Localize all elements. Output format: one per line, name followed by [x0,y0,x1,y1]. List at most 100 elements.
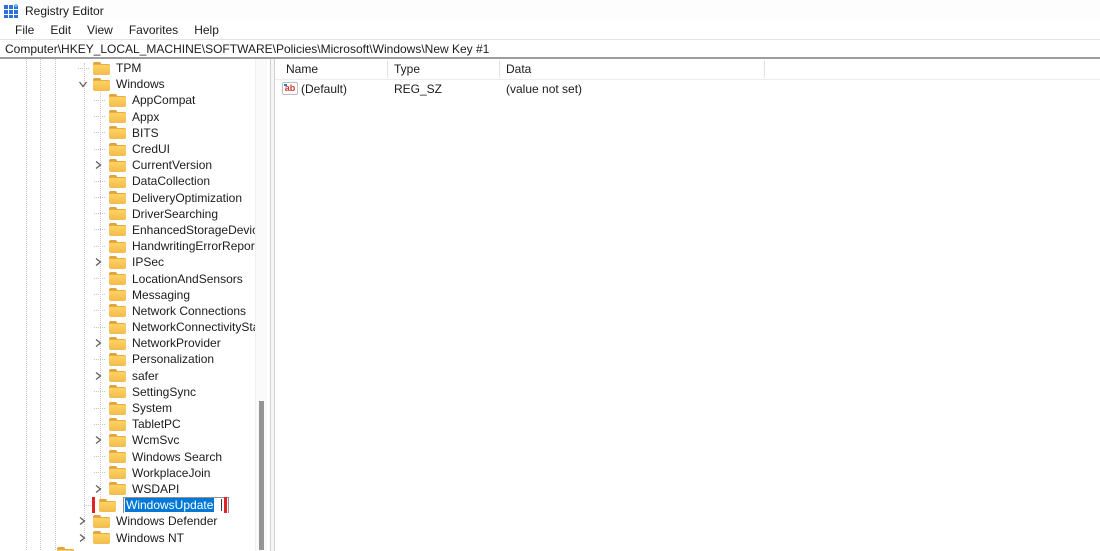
tree-connector-stub [94,319,109,335]
chevron-right-icon[interactable] [94,157,109,173]
scrollbar-thumb[interactable] [259,401,264,550]
menu-bar: File Edit View Favorites Help [0,21,1100,40]
tree-connector-stub [78,60,93,76]
tree-item-label: TPM [116,61,142,76]
tree-item-locationandsensors[interactable]: LocationAndSensors [0,270,255,286]
tree-item-label: HandwritingErrorReports [132,239,255,254]
tree-connector-stub [94,190,109,206]
chevron-right-icon[interactable] [78,513,93,529]
chevron-down-icon[interactable] [78,76,93,92]
tree-item-label: NetworkConnectivityStatus [132,320,255,335]
chevron-right-icon[interactable] [78,529,93,545]
folder-icon [109,401,126,415]
tree-item-label: WorkplaceJoin [132,465,211,480]
tree-item-personalization[interactable]: Personalization [0,351,255,367]
tree-connector-stub [94,173,109,189]
tree-connector-stub [94,449,109,465]
folder-icon [93,514,110,528]
tree-connector-stub [94,303,109,319]
address-bar[interactable]: Computer\HKEY_LOCAL_MACHINE\SOFTWARE\Pol… [0,40,1100,59]
tree-item-label: AppCompat [132,93,196,108]
value-row[interactable]: ab (Default) REG_SZ (value not set) [275,80,1100,97]
tree-connector-stub [94,109,109,125]
tree-item-driversearching[interactable]: DriverSearching [0,206,255,222]
chevron-right-icon[interactable] [94,335,109,351]
column-header-data[interactable]: Data [500,60,765,78]
tree-item-safer[interactable]: safer [0,368,255,384]
column-header-type[interactable]: Type [388,60,500,78]
tree-item-partial[interactable] [0,546,255,551]
tree-item-settingsync[interactable]: SettingSync [0,384,255,400]
tree-vertical-scrollbar[interactable] [255,59,267,551]
chevron-right-icon[interactable] [94,368,109,384]
registry-editor-window: Registry Editor File Edit View Favorites… [0,0,1100,551]
tree-item-networkconnectivitystatus[interactable]: NetworkConnectivityStatus [0,319,255,335]
tree-connector-stub [94,287,109,303]
tree-item-network-connections[interactable]: Network Connections [0,303,255,319]
folder-icon [109,288,126,302]
tree-connector-stub [94,141,109,157]
tree-connector-stub [94,270,109,286]
tree-item-label: WSDAPI [132,481,180,496]
main-area: TPM Windows AppCompat Appx BITS CredUI Current… [0,59,1100,551]
folder-icon [109,466,126,480]
tree-connector-stub [94,92,109,108]
tree-item-currentversion[interactable]: CurrentVersion [0,157,255,173]
tree-item-tpm[interactable]: TPM [0,60,255,76]
tree-item-networkprovider[interactable]: NetworkProvider [0,335,255,351]
tree-item-windows-search[interactable]: Windows Search [0,449,255,465]
tree-item-appcompat[interactable]: AppCompat [0,92,255,108]
tree-item-label: DriverSearching [132,206,219,221]
folder-icon [109,272,126,286]
tree-item-appx[interactable]: Appx [0,109,255,125]
tree-item-handwritingerrorreports[interactable]: HandwritingErrorReports [0,238,255,254]
column-header-spacer [765,61,1100,78]
tree-item-datacollection[interactable]: DataCollection [0,173,255,189]
column-header-name[interactable]: Name [275,60,388,78]
tree-item-label: Messaging [132,287,191,302]
folder-icon [109,93,126,107]
chevron-right-icon[interactable] [94,432,109,448]
tree-item-ipsec[interactable]: IPSec [0,254,255,270]
menu-view[interactable]: View [79,21,121,39]
menu-favorites[interactable]: Favorites [121,21,186,39]
folder-icon [93,77,110,91]
tree-connector-stub [94,384,109,400]
folder-icon [109,385,126,399]
chevron-right-icon[interactable] [94,481,109,497]
chevron-right-icon[interactable] [94,254,109,270]
tree-item-wsdapi[interactable]: WSDAPI [0,481,255,497]
tree-connector-stub [94,125,109,141]
tree-connector-stub [94,465,109,481]
selected-text: WindowsUpdate [125,498,215,513]
folder-icon [109,174,126,188]
tree-item-label: DataCollection [132,174,211,189]
tree-item-windows-nt[interactable]: Windows NT [0,529,255,545]
tree-item-label: Windows Search [132,449,223,464]
menu-file[interactable]: File [7,21,42,39]
tree-item-tabletpc[interactable]: TabletPC [0,416,255,432]
tree-item-enhancedstoragedevices[interactable]: EnhancedStorageDevices [0,222,255,238]
menu-edit[interactable]: Edit [42,21,79,39]
tree-item-label: WcmSvc [132,433,180,448]
tree-item-label: EnhancedStorageDevices [132,222,255,237]
value-data: (value not set) [506,81,583,96]
tree-connector-stub [94,400,109,416]
menu-help[interactable]: Help [186,21,227,39]
tree-item-bits[interactable]: BITS [0,125,255,141]
tree-item-messaging[interactable]: Messaging [0,287,255,303]
tree-item-windowsupdate[interactable]: WindowsUpdate [0,497,255,514]
tree-item-label: Windows NT [116,530,185,545]
tree-connector-stub [94,222,109,238]
tree-item-credui[interactable]: CredUI [0,141,255,157]
tree-item-windows[interactable]: Windows [0,76,255,92]
tree-item-wcmsvc[interactable]: WcmSvc [0,432,255,448]
key-rename-input[interactable]: WindowsUpdate [123,497,230,514]
tree-item-windows-defender[interactable]: Windows Defender [0,513,255,529]
tree-item-label: CurrentVersion [132,158,213,173]
folder-icon [109,191,126,205]
tree-item-workplacejoin[interactable]: WorkplaceJoin [0,465,255,481]
tree-item-deliveryoptimization[interactable]: DeliveryOptimization [0,190,255,206]
tree-item-system[interactable]: System [0,400,255,416]
tree-item-label: TabletPC [132,417,181,432]
